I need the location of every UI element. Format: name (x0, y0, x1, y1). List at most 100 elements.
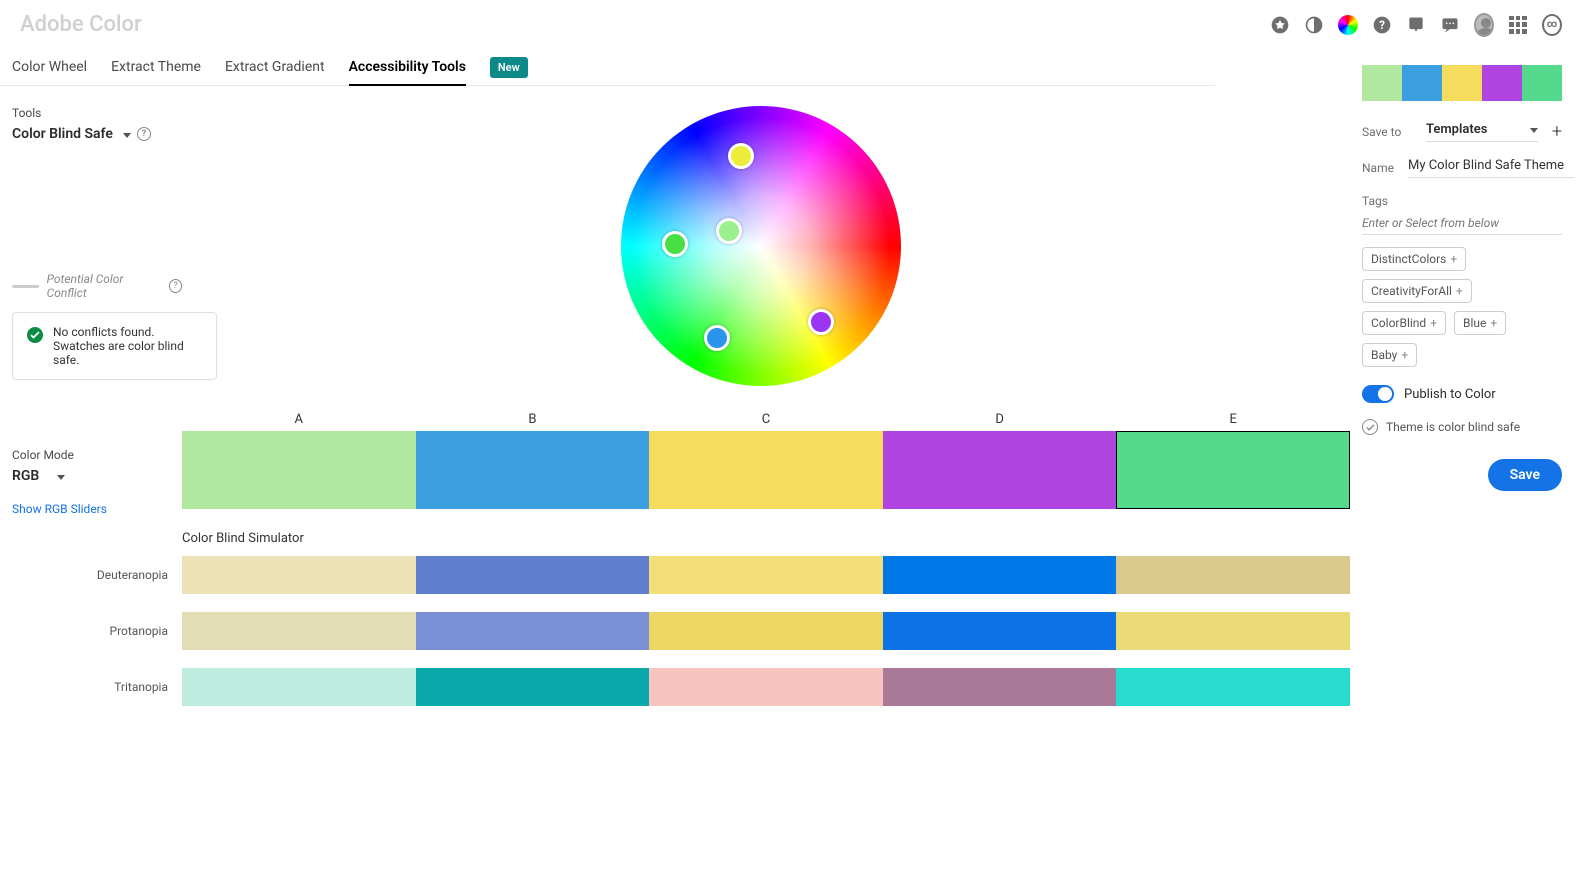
header-icons: ? ∞ (1270, 15, 1562, 35)
plus-icon: + (1456, 284, 1463, 298)
swatch-letters: ABCDE (182, 412, 1350, 431)
simulator-title: Color Blind Simulator (182, 531, 1350, 546)
status-text: No conflicts found. Swatches are color b… (53, 325, 202, 367)
sim-swatch (883, 612, 1117, 650)
simulator-label: Deuteranopia (12, 568, 182, 582)
simulator-row: Tritanopia (182, 668, 1350, 706)
plus-icon: + (1450, 252, 1457, 266)
simulator-swatches (182, 612, 1350, 650)
save-to-select[interactable]: Templates (1426, 122, 1538, 142)
tab-extract-gradient[interactable]: Extract Gradient (225, 49, 325, 85)
tool-select[interactable]: Color Blind Safe ? (12, 126, 182, 142)
simulator-label: Tritanopia (12, 680, 182, 694)
color-wheel[interactable] (621, 106, 911, 396)
swatch[interactable] (182, 431, 416, 509)
simulator-swatches (182, 668, 1350, 706)
color-wheel-icon[interactable] (1338, 15, 1358, 35)
tag-chips: DistinctColors+ CreativityForAll+ ColorBli… (1362, 247, 1562, 367)
simulator-row: Deuteranopia (182, 556, 1350, 594)
swatch-letter: E (1116, 412, 1350, 431)
safe-text: Theme is color blind safe (1386, 420, 1520, 434)
add-library-button[interactable]: + (1552, 121, 1562, 142)
preview-swatch (1482, 65, 1522, 101)
tag-chip[interactable]: CreativityForAll+ (1362, 279, 1472, 303)
chevron-down-icon (1526, 122, 1538, 137)
tab-extract-theme[interactable]: Extract Theme (111, 49, 201, 85)
swatch-letter: D (883, 412, 1117, 431)
help-icon[interactable]: ? (137, 127, 151, 141)
swatch-letter: A (182, 412, 416, 431)
simulator-row: Protanopia (182, 612, 1350, 650)
swatch-letter: C (649, 412, 883, 431)
chevron-down-icon (119, 126, 131, 142)
show-sliders-link[interactable]: Show RGB Sliders (12, 502, 182, 516)
tab-color-wheel[interactable]: Color Wheel (12, 49, 87, 85)
simulator-label: Protanopia (12, 624, 182, 638)
swatch-letter: B (416, 412, 650, 431)
check-outline-icon (1362, 419, 1378, 435)
save-button[interactable]: Save (1488, 459, 1562, 491)
conflict-line-icon (12, 285, 39, 288)
help-icon[interactable]: ? (169, 279, 182, 293)
publish-label: Publish to Color (1404, 387, 1496, 402)
tab-accessibility[interactable]: Accessibility Tools (349, 49, 466, 85)
name-label: Name (1362, 161, 1394, 175)
preview-strip (1362, 65, 1562, 101)
tags-input[interactable] (1362, 212, 1562, 235)
plus-icon: + (1401, 348, 1408, 362)
swatch[interactable] (416, 431, 650, 509)
sim-swatch (649, 612, 883, 650)
avatar[interactable] (1474, 15, 1494, 35)
sim-swatch (1116, 612, 1350, 650)
tool-selected-value: Color Blind Safe (12, 126, 113, 142)
sim-swatch (883, 556, 1117, 594)
chevron-down-icon (53, 468, 65, 484)
svg-text:?: ? (1379, 18, 1385, 32)
preview-swatch (1362, 65, 1402, 101)
notification-icon[interactable] (1406, 15, 1426, 35)
swatch[interactable] (1116, 431, 1350, 509)
star-icon[interactable] (1270, 15, 1290, 35)
new-badge: New (490, 57, 528, 78)
swatch-row (182, 431, 1350, 509)
tag-chip[interactable]: DistinctColors+ (1362, 247, 1466, 271)
chat-icon[interactable] (1440, 15, 1460, 35)
check-icon (27, 327, 43, 343)
sim-swatch (1116, 668, 1350, 706)
contrast-icon[interactable] (1304, 15, 1324, 35)
conflict-hint-text: Potential Color Conflict (47, 272, 161, 300)
sim-swatch (1116, 556, 1350, 594)
sim-swatch (182, 668, 416, 706)
sim-swatch (416, 556, 650, 594)
plus-icon: + (1490, 316, 1497, 330)
wheel-handle[interactable] (662, 231, 688, 257)
sim-swatch (416, 668, 650, 706)
swatch[interactable] (883, 431, 1117, 509)
creative-cloud-icon[interactable]: ∞ (1542, 15, 1562, 35)
color-mode-select[interactable]: RGB (12, 468, 182, 484)
apps-grid-icon[interactable] (1508, 15, 1528, 35)
sim-swatch (649, 556, 883, 594)
tag-chip[interactable]: Baby+ (1362, 343, 1417, 367)
simulator-swatches (182, 556, 1350, 594)
tag-chip[interactable]: Blue+ (1454, 311, 1506, 335)
preview-swatch (1522, 65, 1562, 101)
plus-icon: + (1430, 316, 1437, 330)
wheel-handle[interactable] (716, 218, 742, 244)
publish-toggle[interactable] (1362, 385, 1394, 403)
tabs: Color Wheel Extract Theme Extract Gradie… (0, 49, 1215, 86)
wheel-handle[interactable] (704, 325, 730, 351)
preview-swatch (1442, 65, 1482, 101)
conflict-hint: Potential Color Conflict ? (12, 272, 182, 300)
theme-name-input[interactable] (1408, 158, 1574, 178)
tag-chip[interactable]: ColorBlind+ (1362, 311, 1446, 335)
wheel-handle[interactable] (808, 309, 834, 335)
safe-indicator: Theme is color blind safe (1362, 419, 1562, 435)
sim-swatch (182, 612, 416, 650)
wheel-handle[interactable] (728, 143, 754, 169)
color-mode-value: RGB (12, 468, 39, 484)
tools-label: Tools (12, 106, 182, 120)
swatch[interactable] (649, 431, 883, 509)
brand: Adobe Color (20, 12, 142, 37)
help-icon[interactable]: ? (1372, 15, 1392, 35)
